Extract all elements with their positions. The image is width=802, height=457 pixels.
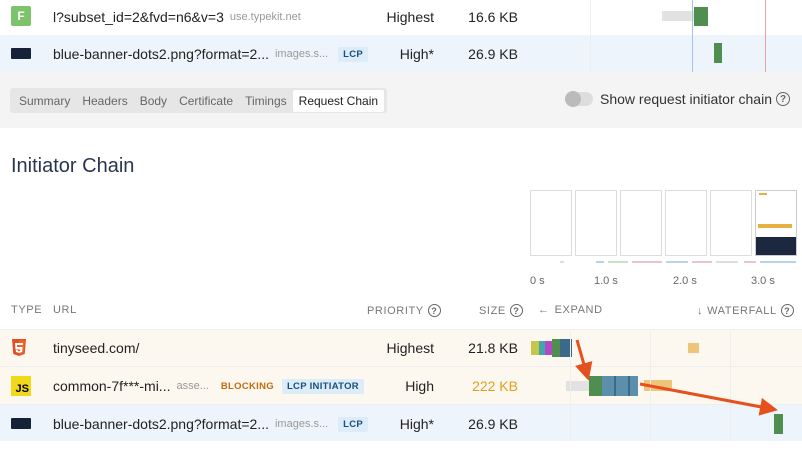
tab-list: Summary Headers Body Certificate Timings… <box>10 88 388 113</box>
timeline-strip <box>560 261 796 263</box>
request-size: 26.9 KB <box>468 46 518 62</box>
filmstrip-frame[interactable] <box>575 190 617 256</box>
arrow-down-icon: ↓ <box>697 304 704 317</box>
help-icon[interactable]: ? <box>780 304 794 317</box>
request-url: l?subset_id=2&fvd=n6&v=3 <box>53 9 224 25</box>
initiator-chain-toggle-group: Show request initiator chain ? <box>565 91 790 107</box>
waterfall-sort-button[interactable]: ↓ WATERFALL ? <box>697 304 794 317</box>
tab-request-chain[interactable]: Request Chain <box>292 89 385 112</box>
lcp-badge: LCP <box>338 46 369 62</box>
initiator-chain-toggle[interactable] <box>565 91 593 107</box>
tab-headers[interactable]: Headers <box>76 90 133 112</box>
waterfall-label: WATERFALL <box>707 304 777 317</box>
image-file-icon <box>11 48 31 59</box>
waterfall-marker <box>765 0 766 72</box>
section-title: Initiator Chain <box>11 155 135 177</box>
request-priority: Highest <box>386 340 434 356</box>
request-row[interactable]: F l?subset_id=2&fvd=n6&v=3 use.typekit.n… <box>0 0 802 34</box>
request-priority: Highest <box>386 9 434 25</box>
filmstrip-frame[interactable] <box>530 190 572 256</box>
request-priority: High* <box>399 46 434 62</box>
timeline-tick: 0 s <box>530 275 545 287</box>
tab-summary[interactable]: Summary <box>13 90 76 112</box>
toggle-label: Show request initiator chain <box>600 91 772 107</box>
html5-icon <box>12 339 26 356</box>
request-host: use.typekit.net <box>229 11 301 23</box>
font-file-icon: F <box>11 6 31 26</box>
filmstrip-frame[interactable] <box>755 190 797 256</box>
lcp-initiator-badge: LCP INITIATOR <box>281 378 364 394</box>
timeline-tick: 1.0 s <box>594 275 618 287</box>
request-host: images.s... <box>274 418 329 430</box>
request-url: common-7f***-mi... <box>53 378 171 394</box>
filmstrip <box>530 190 797 256</box>
tab-body[interactable]: Body <box>134 90 173 112</box>
request-row[interactable]: blue-banner-dots2.png?format=2... images… <box>0 35 802 72</box>
column-header-url: URL <box>53 304 77 316</box>
blocking-badge: BLOCKING <box>220 380 274 392</box>
expand-button[interactable]: ← EXPAND <box>538 304 603 316</box>
detail-tabbar: Summary Headers Body Certificate Timings… <box>0 72 802 128</box>
expand-label: EXPAND <box>554 304 603 316</box>
request-host: asse... <box>176 380 209 392</box>
tab-certificate[interactable]: Certificate <box>173 90 239 112</box>
waterfall-marker <box>692 0 693 72</box>
timeline-tick: 2.0 s <box>673 275 697 287</box>
column-header-label: PRIORITY <box>367 304 424 317</box>
tab-timings[interactable]: Timings <box>239 90 293 112</box>
lcp-badge: LCP <box>338 416 369 432</box>
filmstrip-frame[interactable] <box>710 190 752 256</box>
help-icon[interactable]: ? <box>427 304 441 317</box>
waterfall-marker <box>590 0 591 72</box>
request-priority: High* <box>399 416 434 432</box>
javascript-icon: JS <box>11 376 31 396</box>
waterfall-bar <box>714 43 722 63</box>
request-url: blue-banner-dots2.png?format=2... <box>53 416 269 432</box>
arrow-left-icon: ← <box>538 304 550 316</box>
filmstrip-frame[interactable] <box>665 190 707 256</box>
help-icon[interactable]: ? <box>776 92 790 106</box>
request-size: 26.9 KB <box>468 416 518 432</box>
request-size: 222 KB <box>472 378 518 394</box>
request-host: images.s... <box>274 48 329 60</box>
waterfall-bar <box>662 11 694 21</box>
column-header-priority[interactable]: PRIORITY ? <box>367 304 441 317</box>
help-icon[interactable]: ? <box>509 304 523 317</box>
column-header-type: TYPE <box>11 304 43 316</box>
request-url: blue-banner-dots2.png?format=2... <box>53 46 269 62</box>
column-header-label: SIZE <box>479 304 506 317</box>
request-size: 21.8 KB <box>468 340 518 356</box>
request-priority: High <box>405 378 434 394</box>
waterfall-bar <box>694 7 708 26</box>
timeline-tick: 3.0 s <box>751 275 775 287</box>
image-file-icon <box>11 418 31 429</box>
filmstrip-frame[interactable] <box>620 190 662 256</box>
request-size: 16.6 KB <box>468 9 518 25</box>
request-url: tinyseed.com/ <box>53 340 140 356</box>
column-header-size[interactable]: SIZE ? <box>479 304 523 317</box>
initiator-arrows <box>575 339 778 416</box>
